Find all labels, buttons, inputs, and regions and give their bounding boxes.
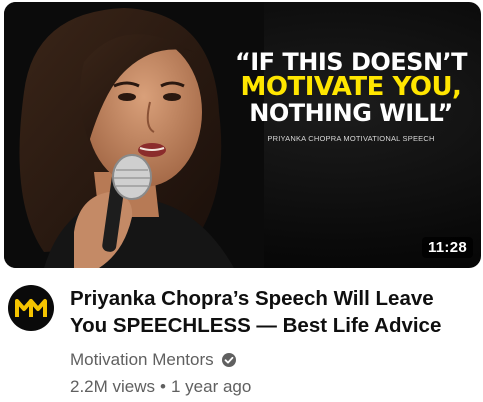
channel-name: Motivation Mentors <box>70 350 214 369</box>
thumbnail-subtitle: PRIYANKA CHOPRA MOTIVATIONAL SPEECH <box>267 134 435 144</box>
video-thumbnail[interactable]: “IF THIS DOESN’T MOTIVATE YOU, NOTHING W… <box>4 2 481 268</box>
video-title[interactable]: Priyanka Chopra’s Speech Will Leave You … <box>70 285 475 339</box>
video-stats: 2.2M views • 1 year ago <box>70 377 251 397</box>
video-card[interactable]: “IF THIS DOESN’T MOTIVATE YOU, NOTHING W… <box>0 0 483 402</box>
quote-line-2: MOTIVATE YOU, <box>240 72 462 103</box>
channel-link[interactable]: Motivation Mentors <box>70 350 237 370</box>
thumbnail-quote: “IF THIS DOESN’T MOTIVATE YOU, NOTHING W… <box>226 50 476 143</box>
quote-line-1: “IF THIS DOESN’T <box>234 48 468 76</box>
quote-line-3: NOTHING WILL” <box>249 98 453 127</box>
upload-age: 1 year ago <box>170 377 252 396</box>
duration-badge: 11:28 <box>421 237 473 258</box>
mm-logo-icon <box>15 299 47 317</box>
view-count: 2.2M views <box>70 377 156 396</box>
check-circle-icon <box>221 353 236 367</box>
meta-separator: • <box>160 377 166 396</box>
speaker-portrait-image <box>4 2 264 268</box>
channel-avatar[interactable] <box>8 285 54 331</box>
